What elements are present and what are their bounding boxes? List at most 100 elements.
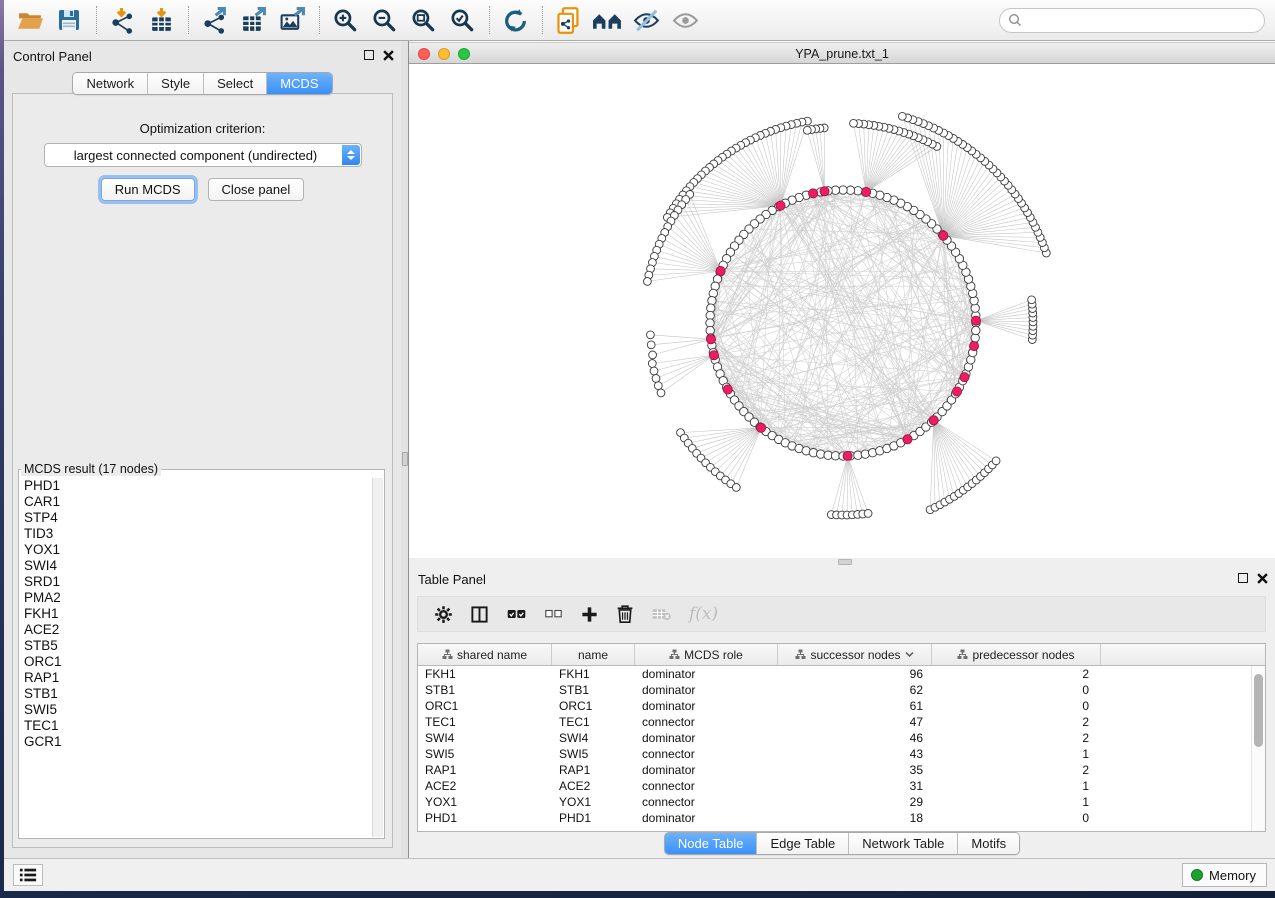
search-field[interactable] bbox=[999, 8, 1265, 33]
zoom-in-button[interactable] bbox=[329, 4, 361, 36]
table-cell-successor-nodes[interactable]: 61 bbox=[778, 698, 932, 714]
table-row[interactable]: SWI5SWI5connector431 bbox=[418, 746, 1251, 762]
table-cell-mcds-role[interactable]: dominator bbox=[635, 698, 778, 714]
mcds-result-item[interactable]: PHD1 bbox=[20, 478, 371, 494]
vertical-splitter-grip[interactable] bbox=[402, 452, 408, 466]
table-cell-mcds-role[interactable]: dominator bbox=[635, 730, 778, 746]
table-cell-predecessor-nodes[interactable]: 1 bbox=[932, 794, 1101, 810]
mcds-result-item[interactable]: ORC1 bbox=[20, 654, 371, 670]
table-cell-predecessor-nodes[interactable]: 2 bbox=[932, 714, 1101, 730]
window-minimize-light[interactable] bbox=[438, 48, 450, 60]
table-cell-shared-name[interactable]: STB1 bbox=[418, 682, 552, 698]
zoom-fit-button[interactable] bbox=[407, 4, 439, 36]
table-cell-successor-nodes[interactable]: 96 bbox=[778, 666, 932, 682]
column-header-successor-nodes[interactable]: successor nodes bbox=[778, 644, 932, 665]
save-session-button[interactable] bbox=[53, 4, 85, 36]
mcds-result-item[interactable]: PMA2 bbox=[20, 590, 371, 606]
table-cell-shared-name[interactable]: RAP1 bbox=[418, 762, 552, 778]
table-cell-name[interactable]: YOX1 bbox=[552, 794, 635, 810]
tab-network-table[interactable]: Network Table bbox=[848, 833, 957, 854]
mcds-result-item[interactable]: SRD1 bbox=[20, 574, 371, 590]
table-row[interactable]: RAP1RAP1dominator352 bbox=[418, 762, 1251, 778]
column-header-mcds-role[interactable]: MCDS role bbox=[635, 644, 778, 665]
export-table-button[interactable] bbox=[237, 4, 269, 36]
table-cell-shared-name[interactable]: ACE2 bbox=[418, 778, 552, 794]
table-cell-successor-nodes[interactable]: 43 bbox=[778, 746, 932, 762]
delete-table-button[interactable] bbox=[651, 606, 672, 622]
table-cell-predecessor-nodes[interactable]: 0 bbox=[932, 698, 1101, 714]
select-all-button[interactable] bbox=[506, 606, 527, 622]
tab-edge-table[interactable]: Edge Table bbox=[756, 833, 848, 854]
table-cell-shared-name[interactable]: PHD1 bbox=[418, 810, 552, 826]
table-cell-predecessor-nodes[interactable]: 2 bbox=[932, 666, 1101, 682]
table-cell-shared-name[interactable]: SWI5 bbox=[418, 746, 552, 762]
table-cell-successor-nodes[interactable]: 29 bbox=[778, 794, 932, 810]
vertical-splitter[interactable] bbox=[401, 41, 409, 858]
mcds-result-item[interactable]: TEC1 bbox=[20, 718, 371, 734]
table-cell-name[interactable]: ORC1 bbox=[552, 698, 635, 714]
table-cell-mcds-role[interactable]: connector bbox=[635, 714, 778, 730]
table-cell-predecessor-nodes[interactable]: 0 bbox=[932, 810, 1101, 826]
table-cell-successor-nodes[interactable]: 31 bbox=[778, 778, 932, 794]
close-panel-icon[interactable] bbox=[1256, 572, 1268, 584]
table-cell-name[interactable]: SWI4 bbox=[552, 730, 635, 746]
table-cell-shared-name[interactable]: SWI4 bbox=[418, 730, 552, 746]
tab-motifs[interactable]: Motifs bbox=[957, 833, 1019, 854]
table-settings-button[interactable] bbox=[434, 605, 453, 624]
mcds-result-item[interactable]: STB5 bbox=[20, 638, 371, 654]
memory-button[interactable]: Memory bbox=[1182, 863, 1267, 887]
open-session-button[interactable] bbox=[14, 4, 46, 36]
table-cell-predecessor-nodes[interactable]: 2 bbox=[932, 730, 1101, 746]
mcds-result-item[interactable]: SWI5 bbox=[20, 702, 371, 718]
table-cell-mcds-role[interactable]: connector bbox=[635, 746, 778, 762]
table-cell-shared-name[interactable]: YOX1 bbox=[418, 794, 552, 810]
float-panel-icon[interactable] bbox=[364, 50, 374, 60]
zoom-selected-button[interactable] bbox=[446, 4, 478, 36]
window-close-light[interactable] bbox=[418, 48, 430, 60]
hide-selected-button[interactable] bbox=[630, 4, 662, 36]
mcds-result-item[interactable]: SWI4 bbox=[20, 558, 371, 574]
network-canvas[interactable] bbox=[409, 64, 1275, 558]
horizontal-splitter-grip[interactable] bbox=[838, 559, 852, 565]
table-cell-mcds-role[interactable]: dominator bbox=[635, 666, 778, 682]
mcds-result-item[interactable]: FKH1 bbox=[20, 606, 371, 622]
column-header-name[interactable]: name bbox=[552, 644, 635, 665]
export-network-button[interactable] bbox=[198, 4, 230, 36]
table-scrollbar[interactable] bbox=[1251, 666, 1265, 831]
table-cell-mcds-role[interactable]: connector bbox=[635, 794, 778, 810]
table-cell-predecessor-nodes[interactable]: 0 bbox=[932, 682, 1101, 698]
tab-style[interactable]: Style bbox=[147, 73, 203, 94]
table-cell-successor-nodes[interactable]: 18 bbox=[778, 810, 932, 826]
close-panel-button[interactable]: Close panel bbox=[208, 178, 305, 201]
show-all-button[interactable] bbox=[669, 4, 701, 36]
tab-network[interactable]: Network bbox=[73, 73, 147, 94]
table-row[interactable]: SWI4SWI4dominator462 bbox=[418, 730, 1251, 746]
table-cell-shared-name[interactable]: FKH1 bbox=[418, 666, 552, 682]
table-cell-name[interactable]: PHD1 bbox=[552, 810, 635, 826]
duplicate-network-button[interactable] bbox=[552, 4, 584, 36]
close-panel-icon[interactable] bbox=[382, 49, 394, 61]
tab-node-table[interactable]: Node Table bbox=[665, 833, 757, 854]
mcds-result-item[interactable]: STP4 bbox=[20, 510, 371, 526]
table-cell-shared-name[interactable]: ORC1 bbox=[418, 698, 552, 714]
table-row[interactable]: PHD1PHD1dominator180 bbox=[418, 810, 1251, 826]
table-cell-name[interactable]: FKH1 bbox=[552, 666, 635, 682]
column-header-predecessor-nodes[interactable]: predecessor nodes bbox=[932, 644, 1101, 665]
table-cell-predecessor-nodes[interactable]: 1 bbox=[932, 746, 1101, 762]
tab-select[interactable]: Select bbox=[203, 73, 266, 94]
mcds-result-item[interactable]: TID3 bbox=[20, 526, 371, 542]
table-cell-name[interactable]: SWI5 bbox=[552, 746, 635, 762]
optimization-criterion-select[interactable]: largest connected component (undirected) bbox=[44, 143, 362, 167]
table-cell-mcds-role[interactable]: connector bbox=[635, 778, 778, 794]
table-row[interactable]: FKH1FKH1dominator962 bbox=[418, 666, 1251, 682]
horizontal-splitter[interactable] bbox=[409, 558, 1275, 566]
window-zoom-light[interactable] bbox=[458, 48, 470, 60]
table-cell-successor-nodes[interactable]: 35 bbox=[778, 762, 932, 778]
table-cell-mcds-role[interactable]: dominator bbox=[635, 810, 778, 826]
zoom-out-button[interactable] bbox=[368, 4, 400, 36]
mcds-result-item[interactable]: CAR1 bbox=[20, 494, 371, 510]
column-header-shared-name[interactable]: shared name bbox=[418, 644, 552, 665]
table-cell-successor-nodes[interactable]: 46 bbox=[778, 730, 932, 746]
tab-mcds[interactable]: MCDS bbox=[266, 73, 331, 94]
task-history-button[interactable] bbox=[13, 864, 43, 886]
